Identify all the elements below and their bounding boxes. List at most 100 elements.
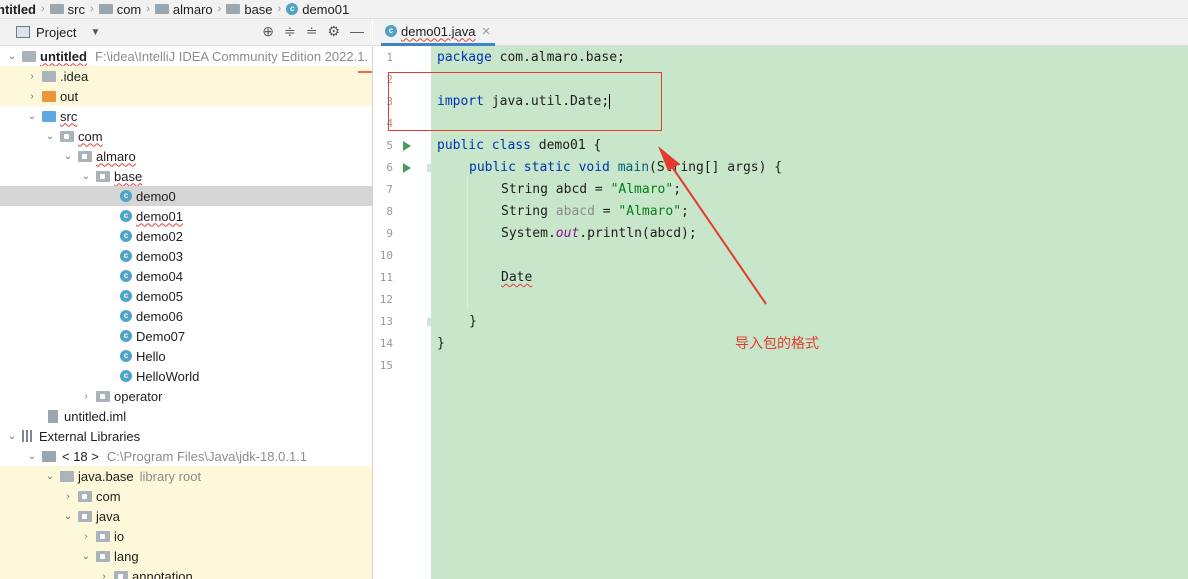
line-number: 13	[379, 315, 393, 328]
chevron-down-icon[interactable]: ⌄	[44, 471, 56, 482]
chevron-down-icon[interactable]: ⌄	[80, 551, 92, 562]
code-line-1: package com.almaro.base;	[437, 50, 625, 65]
breadcrumb-project[interactable]: ntitled	[0, 2, 38, 17]
project-panel-header: Project ▼ ⊕ ≑ ≐ ⚙ —	[0, 19, 372, 46]
tree-item-out[interactable]: › out	[0, 86, 372, 106]
chevron-down-icon[interactable]: ▼	[90, 27, 100, 38]
package-icon	[98, 4, 113, 14]
close-icon[interactable]: ✕	[481, 25, 490, 38]
output-folder-icon	[42, 90, 56, 102]
chevron-down-icon[interactable]: ⌄	[26, 111, 38, 122]
package-icon	[96, 170, 110, 182]
breadcrumb-demo01[interactable]: c demo01	[284, 2, 351, 17]
editor-tab-bar: c demo01.java ✕	[373, 19, 1188, 46]
breadcrumb-almaro[interactable]: almaro	[153, 2, 215, 17]
tree-item-helloworld[interactable]: c HelloWorld	[0, 366, 372, 386]
chevron-right-icon: ›	[217, 3, 222, 15]
tree-item-lib-lang[interactable]: ⌄ lang	[0, 546, 372, 566]
tree-item-base[interactable]: ⌄ base	[0, 166, 372, 186]
chevron-down-icon[interactable]: ⌄	[6, 431, 18, 442]
line-number: 7	[386, 183, 393, 196]
tree-item-untitled-iml[interactable]: untitled.iml	[0, 406, 372, 426]
breadcrumb: ntitled › src › com › almaro › base › cd…	[0, 0, 1188, 19]
code-line-7: String abcd = "Almaro";	[501, 182, 682, 197]
run-class-icon[interactable]	[403, 141, 411, 151]
tree-item-demo05[interactable]: c demo05	[0, 286, 372, 306]
jdk-folder-icon	[42, 450, 56, 462]
chevron-down-icon[interactable]: ⌄	[62, 511, 74, 522]
java-class-icon: c	[385, 25, 397, 37]
line-number: 15	[379, 359, 393, 372]
expand-all-icon[interactable]: ≑	[284, 23, 296, 40]
project-view-selector[interactable]: Project ▼	[6, 25, 100, 40]
breadcrumb-src[interactable]: src	[48, 2, 87, 17]
tree-item-untitled[interactable]: ⌄ untitled F:\idea\IntelliJ IDEA Communi…	[0, 46, 372, 66]
chevron-down-icon[interactable]: ⌄	[80, 171, 92, 182]
chevron-down-icon[interactable]: ⌄	[62, 151, 74, 162]
code-line-11: Date	[501, 270, 533, 285]
line-number: 1	[386, 51, 393, 64]
tree-item-demo01[interactable]: c demo01	[0, 206, 372, 226]
source-folder-icon	[42, 110, 56, 122]
tree-item-operator[interactable]: › operator	[0, 386, 372, 406]
tree-item-demo04[interactable]: c demo04	[0, 266, 372, 286]
line-number: 6	[386, 161, 393, 174]
collapse-all-icon[interactable]: ≐	[306, 23, 318, 40]
line-number: 11	[379, 271, 393, 284]
tree-item-idea[interactable]: › .idea	[0, 66, 372, 86]
java-class-icon: c	[120, 250, 132, 262]
locate-icon[interactable]: ⊕	[262, 23, 274, 40]
java-class-icon: c	[120, 190, 132, 202]
package-icon	[96, 550, 110, 562]
tree-item-almaro[interactable]: ⌄ almaro	[0, 146, 372, 166]
indent-guide	[467, 176, 468, 310]
tree-item-lib-com[interactable]: › com	[0, 486, 372, 506]
tree-item-jdk[interactable]: ⌄ < 18 > C:\Program Files\Java\jdk-18.0.…	[0, 446, 372, 466]
java-class-icon: c	[120, 270, 132, 282]
package-icon	[154, 4, 169, 14]
libraries-icon	[22, 430, 34, 442]
tree-item-demo02[interactable]: c demo02	[0, 226, 372, 246]
code-line-9: System.out.println(abcd);	[501, 226, 697, 241]
code-line-8: String abacd = "Almaro";	[501, 204, 689, 219]
package-icon	[60, 130, 74, 142]
chevron-right-icon[interactable]: ›	[26, 91, 38, 102]
java-class-icon: c	[120, 290, 132, 302]
code-line-14: }	[437, 336, 445, 351]
chevron-down-icon[interactable]: ⌄	[26, 451, 38, 462]
tree-item-lib-annotation[interactable]: › annotation	[0, 566, 372, 579]
gear-icon[interactable]: ⚙	[327, 23, 340, 40]
package-icon	[96, 530, 110, 542]
code-line-13: }	[469, 314, 477, 329]
chevron-down-icon[interactable]: ⌄	[6, 51, 18, 62]
tree-item-external-libraries[interactable]: ⌄ External Libraries	[0, 426, 372, 446]
java-class-icon: c	[120, 210, 132, 222]
chevron-right-icon[interactable]: ›	[26, 71, 38, 82]
tree-item-lib-io[interactable]: › io	[0, 526, 372, 546]
package-icon	[226, 4, 241, 14]
run-main-icon[interactable]	[403, 163, 411, 173]
chevron-right-icon[interactable]: ›	[98, 571, 110, 579]
chevron-right-icon[interactable]: ›	[62, 491, 74, 502]
tree-item-demo07[interactable]: c Demo07	[0, 326, 372, 346]
chevron-right-icon: ›	[277, 3, 282, 15]
tree-item-hello[interactable]: c Hello	[0, 346, 372, 366]
chevron-right-icon[interactable]: ›	[80, 391, 92, 402]
folder-icon	[49, 4, 64, 14]
tree-item-demo06[interactable]: c demo06	[0, 306, 372, 326]
breadcrumb-base[interactable]: base	[224, 2, 274, 17]
tree-item-demo0[interactable]: c demo0	[0, 186, 372, 206]
tree-item-java-base[interactable]: ⌄ java.base library root	[0, 466, 372, 486]
tree-item-lib-java[interactable]: ⌄ java	[0, 506, 372, 526]
chevron-right-icon[interactable]: ›	[80, 531, 92, 542]
tree-item-com[interactable]: ⌄ com	[0, 126, 372, 146]
annotation-label: 导入包的格式	[735, 336, 819, 352]
tab-demo01-java[interactable]: c demo01.java ✕	[381, 19, 495, 46]
tree-item-src[interactable]: ⌄ src	[0, 106, 372, 126]
module-folder-icon	[22, 50, 36, 62]
hide-icon[interactable]: —	[350, 23, 364, 40]
breadcrumb-com[interactable]: com	[97, 2, 144, 17]
package-icon	[96, 390, 110, 402]
tree-item-demo03[interactable]: c demo03	[0, 246, 372, 266]
chevron-down-icon[interactable]: ⌄	[44, 131, 56, 142]
